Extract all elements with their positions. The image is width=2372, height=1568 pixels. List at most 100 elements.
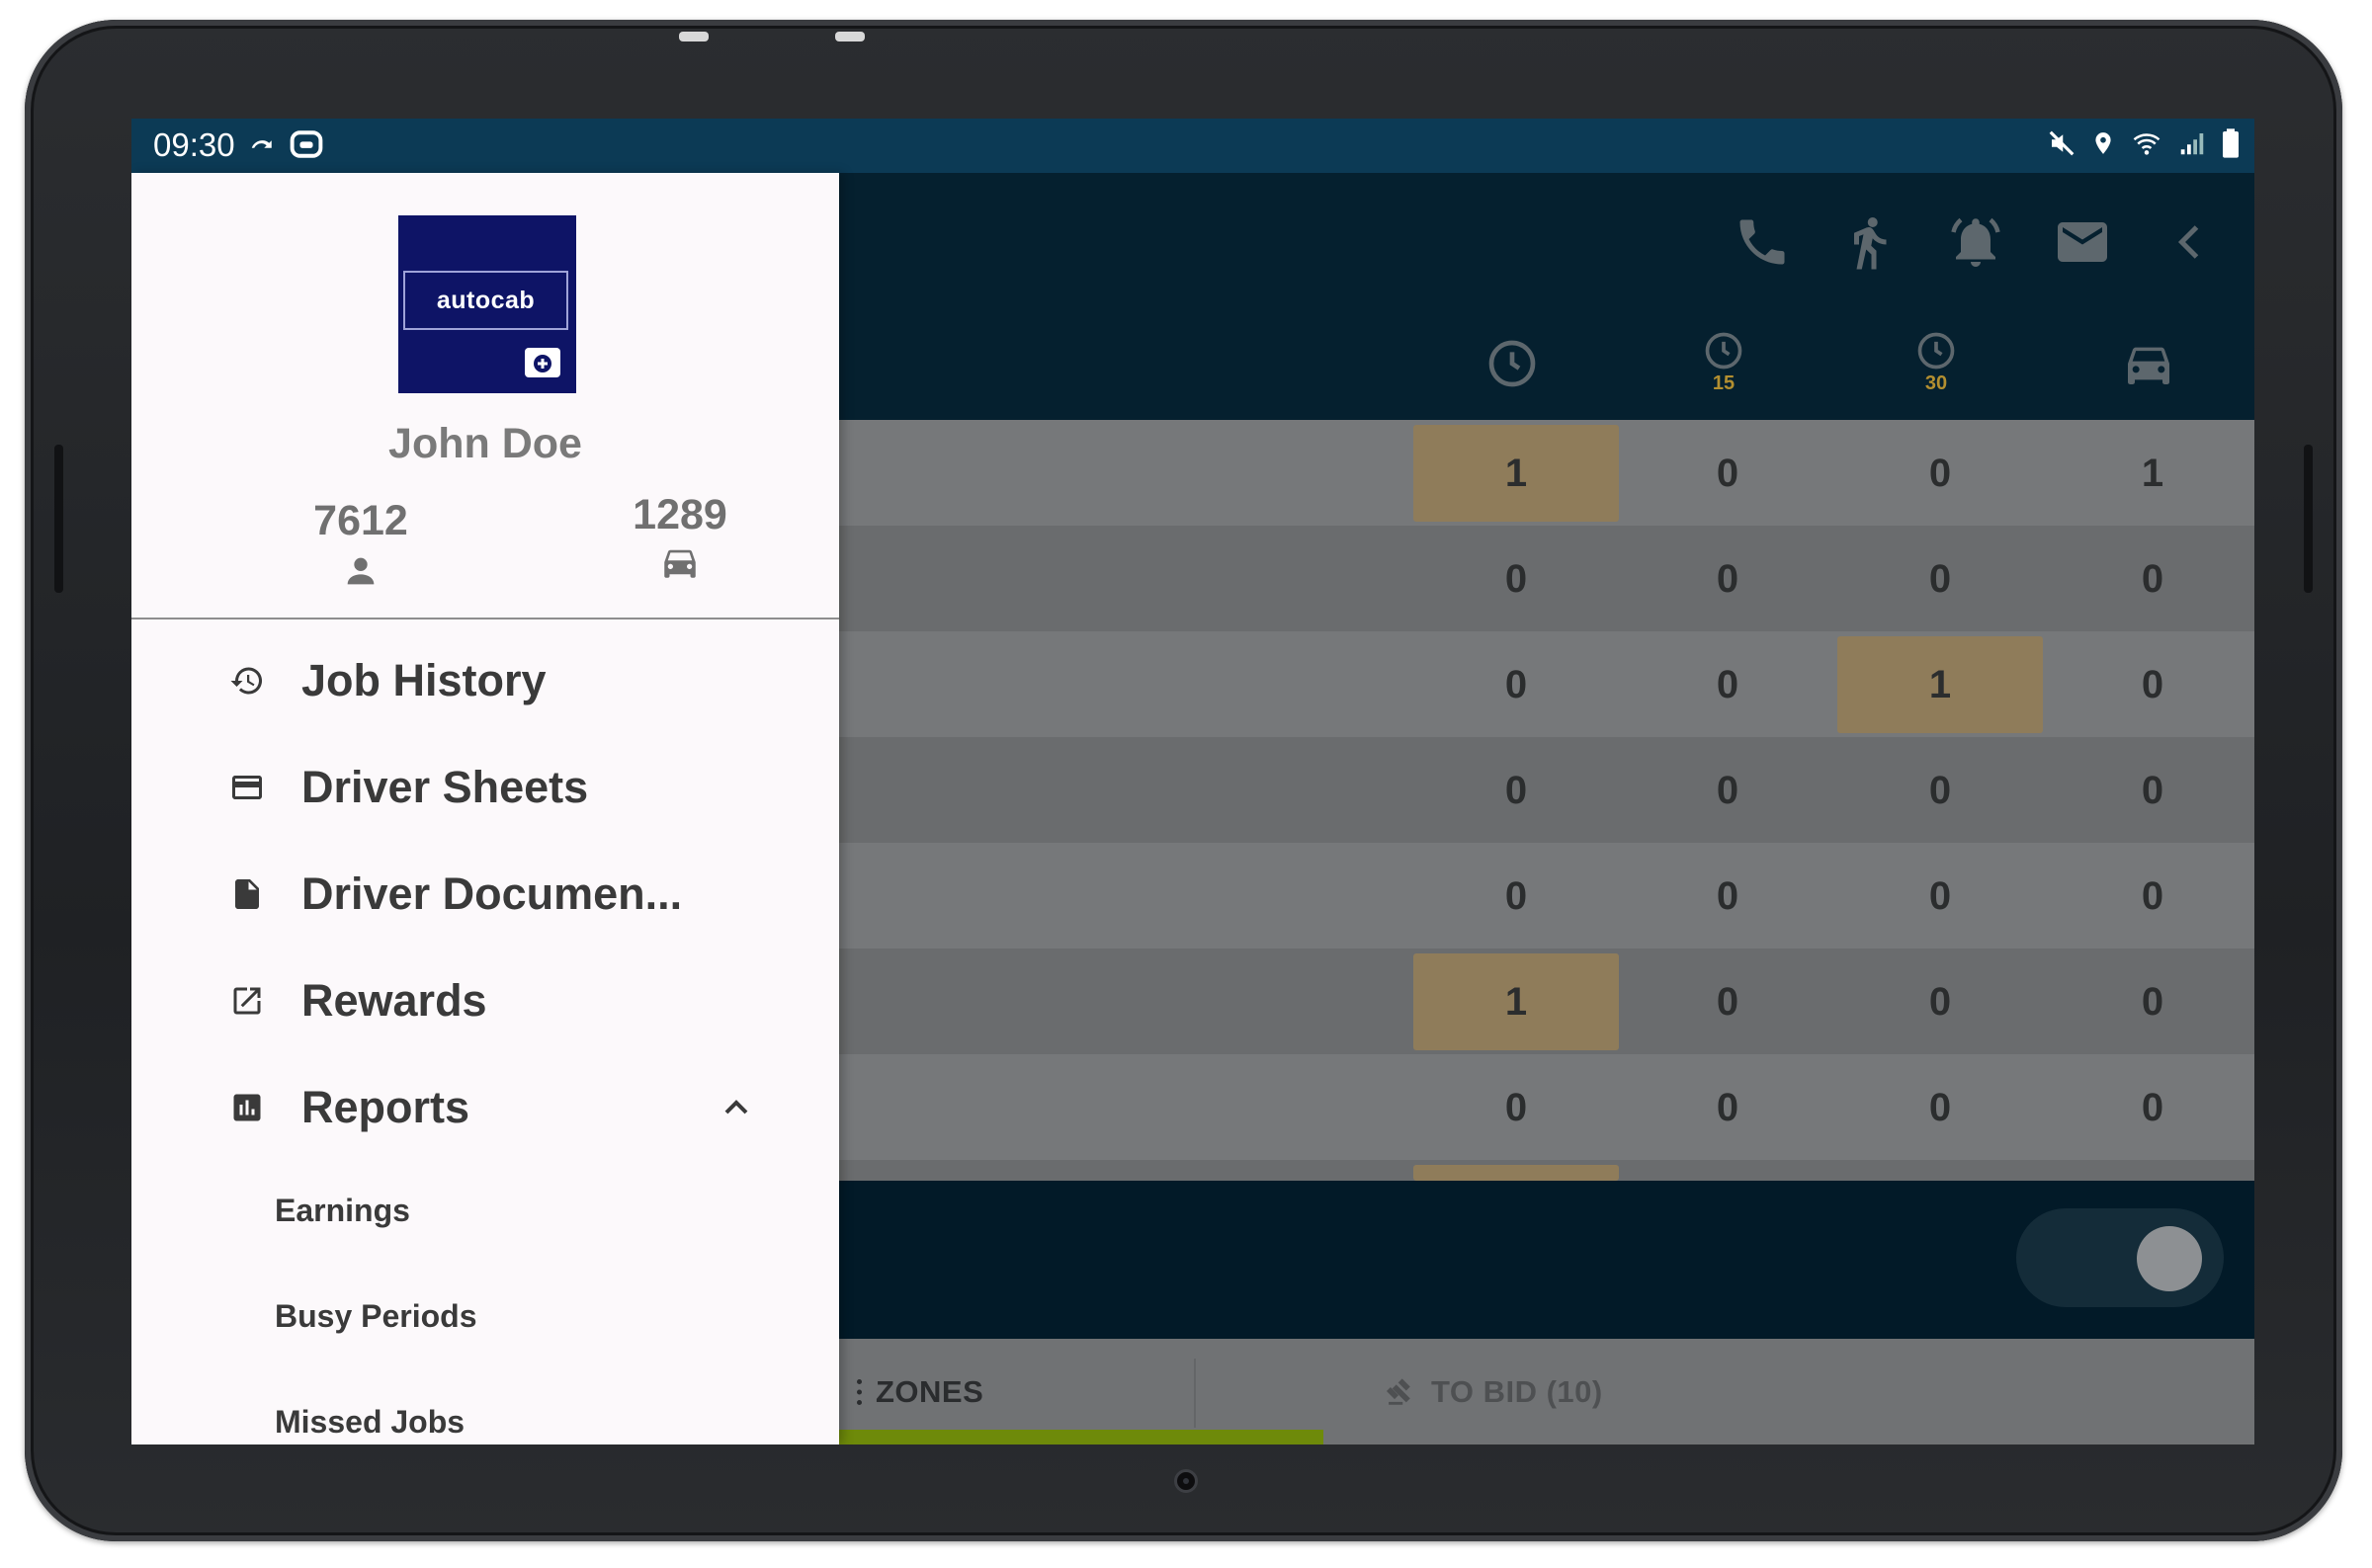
- zone-count-cell: 1: [1413, 425, 1619, 522]
- clock-icon: [1705, 332, 1742, 370]
- zone-count-cell: 0: [1504, 873, 1528, 918]
- tab-to-bid-label: TO BID (10): [1431, 1373, 1603, 1409]
- vehicle-id-stat: 1289: [581, 491, 779, 594]
- menu-label: Driver Sheets: [301, 762, 589, 812]
- logo-text: autocab: [403, 271, 568, 330]
- walking-person-icon[interactable]: [1839, 212, 1899, 272]
- column-header-30-label: 30: [1924, 372, 1948, 394]
- zone-count-cell: 0: [1716, 662, 1739, 706]
- tab-zones-label: ZONES: [876, 1373, 984, 1409]
- clock-icon: [1917, 332, 1955, 370]
- person-icon: [347, 557, 375, 585]
- device-button-top-left: [679, 32, 709, 41]
- column-header-15: 15: [1689, 329, 1758, 408]
- status-time: 09:30: [153, 126, 235, 163]
- chevron-up-icon[interactable]: [717, 1088, 756, 1127]
- device-side-button-right: [2304, 445, 2313, 593]
- zone-count-cell: 1: [2141, 451, 2164, 495]
- phone-icon[interactable]: [1733, 212, 1792, 272]
- report-item-earnings[interactable]: Earnings: [275, 1161, 808, 1260]
- company-logo[interactable]: autocab: [398, 215, 576, 393]
- menu-item-rewards[interactable]: Rewards: [131, 948, 839, 1054]
- signal-icon: [2180, 133, 2204, 155]
- zone-count-cell: 0: [1716, 451, 1739, 495]
- device-button-top-right: [835, 32, 865, 41]
- menu-item-job-history[interactable]: Job History: [131, 627, 839, 734]
- app-notification-icon: [290, 130, 323, 158]
- column-header-30: 30: [1902, 329, 1971, 408]
- availability-toggle[interactable]: [2016, 1208, 2224, 1307]
- gavel-icon: [1386, 1377, 1410, 1405]
- sync-icon: [251, 140, 272, 148]
- zone-count-cell: 0: [1504, 768, 1528, 812]
- tab-to-bid[interactable]: TO BID (10): [1382, 1339, 1603, 1444]
- menu-label: Job History: [301, 655, 547, 705]
- car-icon: [664, 549, 696, 578]
- battery-icon: [2223, 128, 2239, 158]
- zone-count-cell: 0: [1928, 1085, 1952, 1129]
- menu-label: Reports: [301, 1082, 470, 1132]
- zone-count-cell: 1: [1413, 953, 1619, 1050]
- location-icon: [2095, 132, 2111, 154]
- menu-item-reports[interactable]: Reports: [131, 1054, 839, 1161]
- column-header-15-label: 15: [1712, 372, 1736, 394]
- zone-count-cell: 1: [1837, 636, 2043, 733]
- device-side-button-left: [54, 445, 63, 593]
- zone-count-cell: 0: [1716, 768, 1739, 812]
- tab-zones[interactable]: ZONES: [843, 1339, 983, 1444]
- zone-count-cell: 0: [1716, 873, 1739, 918]
- navigation-drawer: autocab John Doe 7612 1289 Job History D…: [131, 173, 839, 1444]
- toggle-knob: [2137, 1226, 2202, 1291]
- zone-count-cell: 0: [1504, 1085, 1528, 1129]
- zone-count-cell: 0: [1928, 873, 1952, 918]
- zone-count-cell: 0: [2141, 979, 2164, 1024]
- screen: 09:30 15 30 1 0 0 1 0 0 0 0 0 0 1 0 0 0 …: [131, 119, 2254, 1444]
- zone-count-cell: 0: [1716, 1085, 1739, 1129]
- front-camera: [1174, 1469, 1198, 1493]
- back-chevron-icon[interactable]: [2160, 212, 2219, 272]
- column-header-now: [1478, 336, 1547, 415]
- driver-id-stat: 7612: [262, 497, 460, 602]
- camera-icon[interactable]: [525, 348, 560, 377]
- zone-count-cell: 0: [2141, 662, 2164, 706]
- zone-count-cell-partial: [1413, 1165, 1619, 1181]
- report-item-missed-jobs[interactable]: Missed Jobs: [275, 1372, 808, 1444]
- zone-count-cell: 0: [2141, 1085, 2164, 1129]
- zone-count-cell: 0: [2141, 556, 2164, 601]
- zone-count-cell: 0: [1928, 556, 1952, 601]
- bar-chart-icon: [227, 1088, 267, 1127]
- car-icon: [2128, 347, 2169, 384]
- grid-icon: [843, 1378, 862, 1405]
- zone-count-cell: 0: [1504, 556, 1528, 601]
- menu-item-driver-documents[interactable]: Driver Documen...: [131, 841, 839, 948]
- tab-divider: [1194, 1359, 1196, 1428]
- zone-count-cell: 0: [1928, 451, 1952, 495]
- mail-icon[interactable]: [2053, 212, 2112, 272]
- column-header-cars: [2114, 336, 2183, 415]
- card-icon: [227, 768, 267, 807]
- external-link-icon: [227, 981, 267, 1021]
- mute-icon: [2049, 130, 2075, 156]
- report-item-busy-periods[interactable]: Busy Periods: [275, 1267, 808, 1365]
- history-icon: [227, 661, 267, 701]
- document-icon: [227, 874, 267, 914]
- zone-count-cell: 0: [2141, 873, 2164, 918]
- menu-label: Rewards: [301, 975, 487, 1026]
- menu-label: Driver Documen...: [301, 868, 683, 919]
- zone-count-cell: 0: [2141, 768, 2164, 812]
- zone-count-cell: 0: [1716, 979, 1739, 1024]
- alarm-bell-icon[interactable]: [1946, 212, 2005, 272]
- zone-count-cell: 0: [1928, 768, 1952, 812]
- menu-item-driver-sheets[interactable]: Driver Sheets: [131, 734, 839, 841]
- zone-count-cell: 0: [1504, 662, 1528, 706]
- zone-count-cell: 0: [1716, 556, 1739, 601]
- status-bar: 09:30: [131, 119, 2254, 173]
- zone-count-cell: 0: [1928, 979, 1952, 1024]
- driver-id-value: 7612: [313, 497, 408, 544]
- wifi-icon: [2133, 133, 2160, 155]
- vehicle-id-value: 1289: [633, 491, 727, 538]
- clock-icon: [1488, 340, 1536, 387]
- drawer-divider: [131, 618, 839, 619]
- user-name: John Doe: [388, 420, 582, 467]
- tab-active-indicator: [837, 1430, 1323, 1444]
